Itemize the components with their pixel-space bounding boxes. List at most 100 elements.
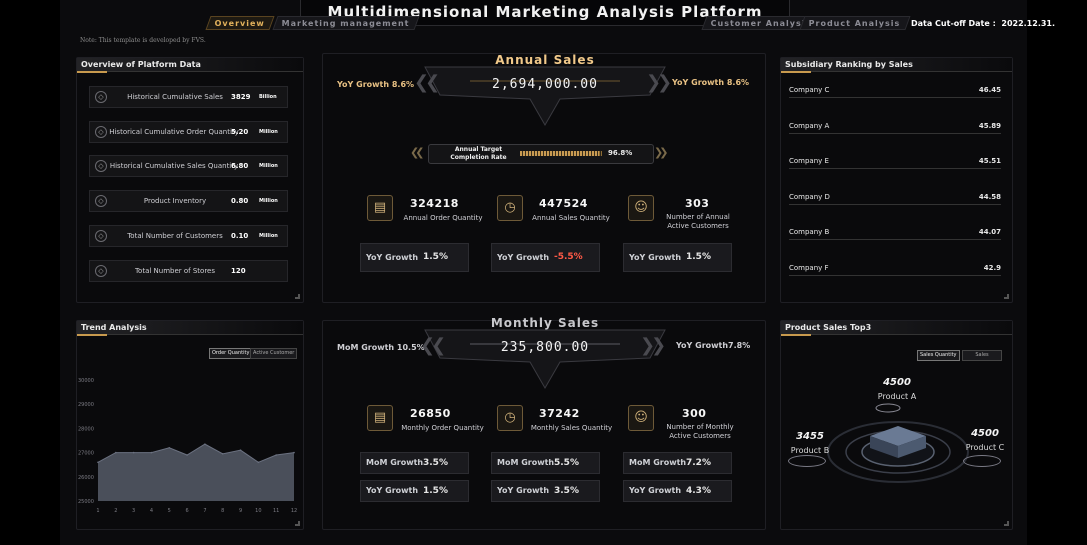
- diamond-icon: ◇: [95, 160, 107, 172]
- ranking-divider: [789, 239, 1001, 240]
- diamond-icon: ◇: [95, 126, 107, 138]
- sales-button[interactable]: Sales: [962, 350, 1002, 361]
- overview-row: ◇ Historical Cumulative Sales Quantity 6.8…: [89, 155, 288, 177]
- users-icon: ☺: [628, 405, 654, 431]
- order-quantity-button[interactable]: Order Quantity: [209, 348, 253, 359]
- x-tick-label: 5: [168, 508, 171, 514]
- product-c-value: 4500: [971, 428, 999, 439]
- monthly-active-customers: 300: [682, 407, 707, 420]
- annual-sales-value: 2,694,000.00: [492, 77, 598, 92]
- annual-header-ornament: [424, 66, 666, 127]
- target-rate-value: 96.8%: [608, 149, 633, 157]
- y-tick-label: 30000: [78, 378, 94, 384]
- trend-title: Trend Analysis: [77, 321, 303, 336]
- product-b-value: 3455: [796, 431, 824, 442]
- panel-corner-icon: [295, 294, 300, 299]
- monthly-sales-value: 235,800.00: [500, 340, 590, 355]
- monthly-right-yoy: YoY Growth7.8%: [676, 341, 751, 350]
- trend-point: [293, 451, 295, 454]
- x-tick-label: 11: [273, 508, 279, 514]
- ranking-item: Company B 44.07: [789, 228, 1001, 236]
- trend-point: [168, 446, 171, 449]
- x-tick-label: 2: [114, 508, 117, 514]
- overview-row: ◇ Total Number of Stores 120: [89, 260, 288, 282]
- product-a-value: 4500: [883, 377, 911, 388]
- product-a-label: Product A: [877, 392, 917, 401]
- y-tick-label: 29000: [78, 402, 94, 408]
- x-tick-label: 7: [203, 508, 206, 514]
- trend-point: [186, 454, 188, 456]
- x-tick-label: 4: [150, 508, 153, 514]
- trend-point: [204, 443, 206, 445]
- annual-order-quantity: 324218: [410, 197, 459, 210]
- x-tick-label: 3: [132, 508, 135, 514]
- panel-corner-icon: [295, 521, 300, 526]
- panel-corner-icon: [1004, 521, 1009, 526]
- ranking-item: Company E 45.51: [789, 157, 1001, 165]
- diamond-icon: ◇: [95, 230, 107, 242]
- active-customer-button[interactable]: Active Customer: [250, 348, 298, 359]
- annual-sales-title: Annual Sales: [495, 53, 595, 67]
- monthly-order-label: Monthly Order Quantity: [401, 424, 484, 432]
- trend-point: [275, 454, 277, 456]
- y-tick-label: 25000: [78, 499, 94, 505]
- x-tick-label: 6: [185, 508, 188, 514]
- monthly-mom-box: MoM Growth 3.5%: [360, 452, 469, 474]
- ranking-item: Company C 46.45: [789, 86, 1001, 94]
- annual-order-label: Annual Order Quantity: [403, 214, 483, 222]
- panel-corner-icon: [1004, 294, 1009, 299]
- monthly-left-mom: MoM Growth 10.5%: [337, 343, 425, 352]
- users-icon: ☺: [628, 195, 654, 221]
- trend-point: [150, 451, 153, 454]
- cutoff-date: Data Cut-off Date : 2022.12.31.: [911, 19, 1056, 28]
- annual-growth-box: YoY Growth 1.5%: [623, 243, 732, 272]
- ranking-item: Company F 42.9: [789, 264, 1001, 272]
- overview-row: ◇ Total Number of Customers 0.10 Million: [89, 225, 288, 247]
- chevron-right-icon: ❯❯: [654, 146, 669, 159]
- product-c-label: Product C: [965, 443, 1005, 452]
- order-document-icon: ▤: [367, 195, 393, 221]
- annual-right-yoy: YoY Growth 8.6%: [672, 78, 750, 87]
- clock-list-icon: ◷: [497, 195, 523, 221]
- monthly-yoy-box: YoY Growth 3.5%: [491, 480, 600, 502]
- chevron-right-icon: ❯❯: [640, 335, 666, 356]
- monthly-mom-box: MoM Growth 5.5%: [491, 452, 600, 474]
- ranking-divider: [789, 133, 1001, 134]
- x-tick-label: 8: [221, 508, 224, 514]
- monthly-sales-title: Monthly Sales: [490, 316, 600, 330]
- diamond-icon: ◇: [95, 91, 107, 103]
- annual-active-customers: 303: [685, 197, 710, 210]
- overview-row: ◇ Historical Cumulative Sales 3829 Billion: [89, 86, 288, 108]
- ranking-divider: [789, 204, 1001, 205]
- ranking-item: Company A 45.89: [789, 122, 1001, 130]
- chevron-left-icon: ❮❮: [420, 335, 446, 356]
- ranking-item: Company D 44.58: [789, 193, 1001, 201]
- trend-chart: 3000029000280002700026000250001 2 3 4 5 6 7 8 9 1…: [78, 378, 297, 514]
- overview-row: ◇ Historical Cumulative Order Quantity 5.2…: [89, 121, 288, 143]
- sales-quantity-button[interactable]: Sales Quantity: [917, 350, 960, 361]
- ranking-divider: [789, 97, 1001, 98]
- annual-active-customers-label: Number of Annual Active Customers: [666, 213, 730, 230]
- product-b-pedestal: [788, 455, 826, 467]
- x-tick-label: 9: [239, 508, 242, 514]
- ranking-divider: [789, 275, 1001, 276]
- overview-row: ◇ Product Inventory 0.80 Million: [89, 190, 288, 212]
- overview-title: Overview of Platform Data: [77, 58, 303, 73]
- monthly-yoy-box: YoY Growth 4.3%: [623, 480, 732, 502]
- diamond-icon: ◇: [95, 265, 107, 277]
- tab-overview[interactable]: Overview: [205, 16, 275, 30]
- monthly-sales-quantity-label: Monthly Sales Quantity: [530, 424, 613, 432]
- product-b-label: Product B: [790, 446, 830, 455]
- order-document-icon: ▤: [367, 405, 393, 431]
- tab-product-analysis[interactable]: Product Analysis: [799, 16, 911, 30]
- template-note: Note: This template is developed by FVS.: [80, 37, 206, 44]
- x-tick-label: 12: [291, 508, 297, 514]
- trend-point: [115, 451, 117, 454]
- ranking-divider: [789, 168, 1001, 169]
- target-rate-label: Annual Target Completion Rate: [450, 146, 507, 161]
- diamond-icon: ◇: [95, 195, 107, 207]
- y-tick-label: 26000: [78, 475, 94, 481]
- top3-title: Product Sales Top3: [781, 321, 1012, 336]
- trend-point: [97, 461, 99, 464]
- tab-marketing-management[interactable]: Marketing management: [272, 16, 420, 30]
